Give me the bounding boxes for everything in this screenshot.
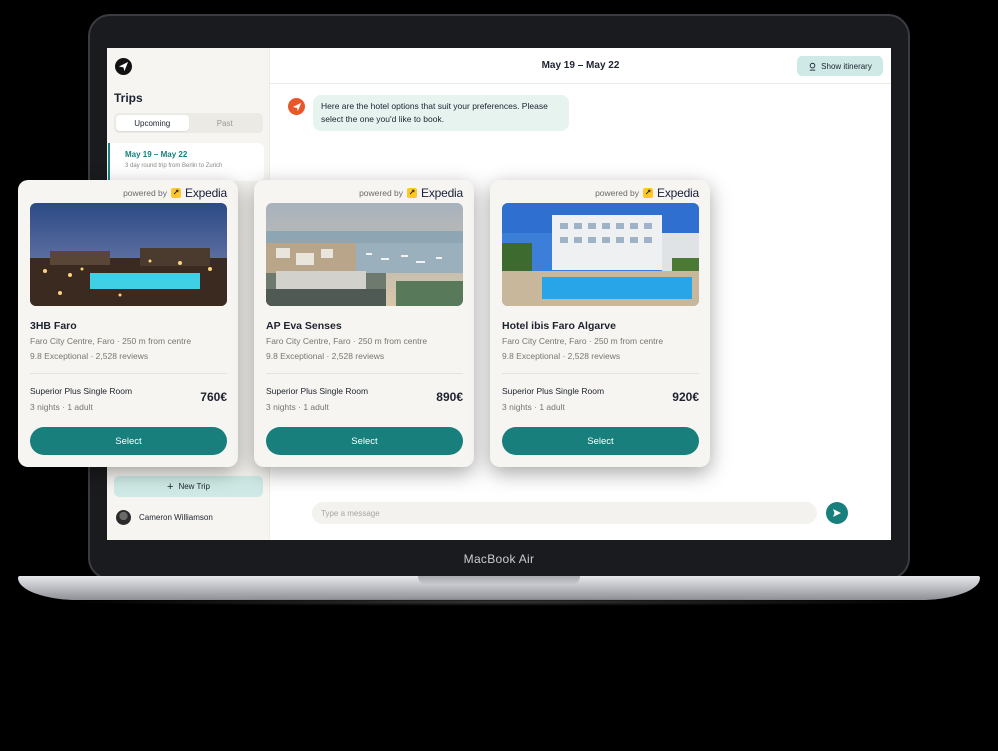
user-profile[interactable]: Cameron Williamson <box>116 510 213 525</box>
new-trip-label: New Trip <box>178 482 210 491</box>
top-bar: May 19 – May 22 Show itinerary <box>270 48 891 84</box>
device-label: MacBook Air <box>463 552 535 566</box>
room-type: Superior Plus Single Room <box>266 386 369 396</box>
hotel-location: Faro City Centre, Faro · 250 m from cent… <box>30 336 192 346</box>
select-hotel-button[interactable]: Select <box>30 427 227 455</box>
provider-name: Expedia <box>657 186 699 200</box>
provider-name: Expedia <box>421 186 463 200</box>
powered-by: powered by ↗ Expedia <box>595 186 699 200</box>
plus-icon: + <box>167 480 174 493</box>
tab-upcoming[interactable]: Upcoming <box>116 115 189 131</box>
message-input[interactable]: Type a message <box>312 502 817 524</box>
select-hotel-button[interactable]: Select <box>502 427 699 455</box>
room-type: Superior Plus Single Room <box>30 386 133 396</box>
divider <box>30 373 227 374</box>
expedia-logo-icon: ↗ <box>171 188 182 198</box>
hotel-rating: 9.8 Exceptional · 2,528 reviews <box>502 351 621 361</box>
hotel-location: Faro City Centre, Faro · 250 m from cent… <box>502 336 664 346</box>
avatar <box>116 510 131 525</box>
hotel-price: 760€ <box>200 390 227 404</box>
powered-by-label: powered by <box>595 188 640 198</box>
map-pin-icon <box>809 62 816 71</box>
sidebar-title: Trips <box>114 91 143 105</box>
send-icon <box>833 509 841 517</box>
trip-list-item[interactable]: May 19 – May 22 3 day round trip from Be… <box>108 143 264 181</box>
hotel-card: powered by ↗ Expedia Hotel ibis Faro Alg… <box>490 180 710 467</box>
hotel-card: powered by ↗ Expedia 3HB Faro Faro City … <box>18 180 238 467</box>
hotel-photo[interactable] <box>266 203 463 306</box>
hotel-price: 890€ <box>436 390 463 404</box>
hotel-name: Hotel ibis Faro Algarve <box>502 320 616 332</box>
app-logo-icon[interactable] <box>115 58 132 75</box>
laptop-notch <box>418 576 580 585</box>
provider-name: Expedia <box>185 186 227 200</box>
powered-by-label: powered by <box>123 188 168 198</box>
trip-description: 3 day round trip from Berlin to Zurich <box>125 163 223 169</box>
show-itinerary-button[interactable]: Show itinerary <box>797 56 883 76</box>
expedia-logo-icon: ↗ <box>407 188 418 198</box>
tab-past[interactable]: Past <box>189 115 262 131</box>
powered-by: powered by ↗ Expedia <box>359 186 463 200</box>
new-trip-button[interactable]: + New Trip <box>114 476 263 497</box>
divider <box>266 373 463 374</box>
hotel-rating: 9.8 Exceptional · 2,528 reviews <box>30 351 149 361</box>
assistant-message: Here are the hotel options that suit you… <box>313 95 569 131</box>
divider <box>502 373 699 374</box>
stay-details: 3 nights · 1 adult <box>30 402 93 412</box>
expedia-logo-icon: ↗ <box>643 188 654 198</box>
hotel-card: powered by ↗ Expedia AP Eva Senses Faro … <box>254 180 474 467</box>
hotel-rating: 9.8 Exceptional · 2,528 reviews <box>266 351 385 361</box>
hotel-location: Faro City Centre, Faro · 250 m from cent… <box>266 336 428 346</box>
laptop-shadow <box>60 598 938 606</box>
assistant-avatar-icon <box>288 98 305 115</box>
hotel-name: 3HB Faro <box>30 320 77 332</box>
trips-tab-switch: Upcoming Past <box>114 113 263 133</box>
trip-dates: May 19 – May 22 <box>125 150 188 159</box>
show-itinerary-label: Show itinerary <box>821 61 872 71</box>
room-type: Superior Plus Single Room <box>502 386 605 396</box>
select-hotel-button[interactable]: Select <box>266 427 463 455</box>
stay-details: 3 nights · 1 adult <box>502 402 565 412</box>
hotel-photo[interactable] <box>30 203 227 306</box>
powered-by-label: powered by <box>359 188 404 198</box>
send-button[interactable] <box>826 502 848 524</box>
hotel-price: 920€ <box>672 390 699 404</box>
stay-details: 3 nights · 1 adult <box>266 402 329 412</box>
hotel-photo[interactable] <box>502 203 699 306</box>
powered-by: powered by ↗ Expedia <box>123 186 227 200</box>
hotel-name: AP Eva Senses <box>266 320 342 332</box>
user-name: Cameron Williamson <box>139 513 213 522</box>
